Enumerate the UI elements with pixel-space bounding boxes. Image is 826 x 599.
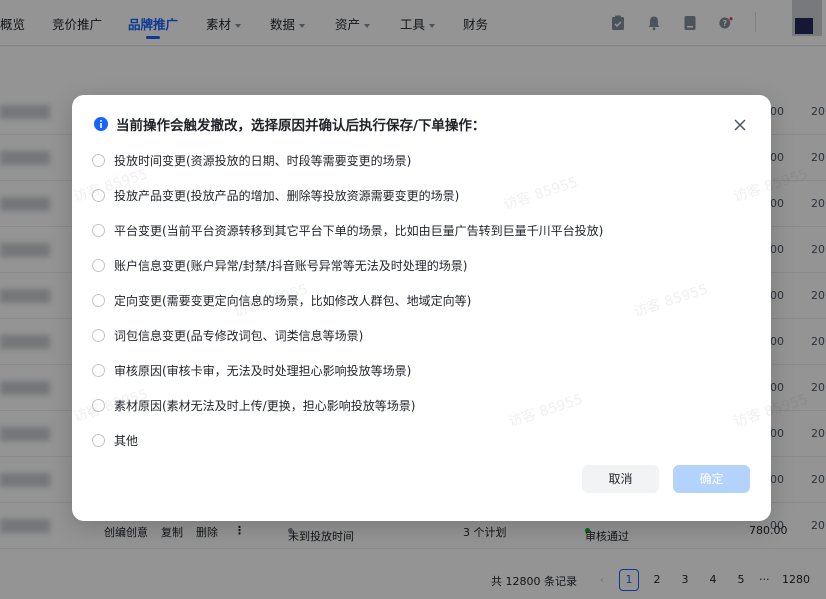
reason-option-platform[interactable]: 平台变更(当前平台资源转移到其它平台下单的场景，比如由巨量广告转到巨量千川平台投… — [92, 220, 603, 240]
option-label: 其他 — [114, 433, 139, 448]
reason-option-schedule[interactable]: 投放时间变更(资源投放的日期、时段等需要变更的场景) — [92, 150, 411, 170]
close-icon[interactable] — [732, 117, 748, 133]
watermark: 访客 85955 — [506, 391, 585, 431]
watermark: 访客 85955 — [501, 174, 580, 214]
radio-button[interactable] — [92, 223, 105, 237]
radio-button[interactable] — [92, 398, 105, 412]
info-icon — [94, 117, 108, 131]
option-label: 素材原因(素材无法及时上传/更换，担心影响投放等场景) — [114, 398, 416, 413]
radio-button[interactable] — [92, 188, 105, 202]
option-label: 投放产品变更(投放产品的增加、删除等投放资源需要变更的场景) — [114, 188, 460, 203]
reason-option-account[interactable]: 账户信息变更(账户异常/封禁/抖音账号异常等无法及时处理的场景) — [92, 255, 467, 275]
reason-option-material[interactable]: 素材原因(素材无法及时上传/更换，担心影响投放等场景) — [92, 395, 415, 415]
radio-button[interactable] — [92, 293, 105, 307]
dialog-title: 当前操作会触发撤改，选择原因并确认后执行保存/下单操作： — [116, 118, 486, 134]
radio-button[interactable] — [92, 328, 105, 342]
option-label: 定向变更(需要变更定向信息的场景，比如修改人群包、地域定向等) — [114, 293, 472, 308]
reason-option-keyword-pack[interactable]: 词包信息变更(品专修改词包、词类信息等场景) — [92, 325, 363, 345]
watermark: 访客 85955 — [631, 281, 710, 321]
radio-button[interactable] — [92, 363, 105, 377]
cancel-button[interactable]: 取消 — [582, 465, 659, 493]
reason-option-targeting[interactable]: 定向变更(需要变更定向信息的场景，比如修改人群包、地域定向等) — [92, 290, 471, 310]
radio-button[interactable] — [92, 258, 105, 272]
option-label: 账户信息变更(账户异常/封禁/抖音账号异常等无法及时处理的场景) — [114, 258, 468, 273]
reason-option-review[interactable]: 审核原因(审核卡审，无法及时处理担心影响投放等场景) — [92, 360, 411, 380]
reason-option-other[interactable]: 其他 — [92, 430, 138, 450]
reason-dialog: 当前操作会触发撤改，选择原因并确认后执行保存/下单操作： 投放时间变更(资源投放… — [72, 95, 810, 521]
radio-button[interactable] — [92, 433, 105, 447]
radio-button[interactable] — [92, 153, 105, 167]
option-label: 平台变更(当前平台资源转移到其它平台下单的场景，比如由巨量广告转到巨量千川平台投… — [114, 223, 604, 238]
option-label: 词包信息变更(品专修改词包、词类信息等场景) — [114, 328, 364, 343]
option-label: 投放时间变更(资源投放的日期、时段等需要变更的场景) — [114, 153, 412, 168]
confirm-button[interactable]: 确定 — [673, 465, 750, 493]
reason-option-product[interactable]: 投放产品变更(投放产品的增加、删除等投放资源需要变更的场景) — [92, 185, 459, 205]
option-label: 审核原因(审核卡审，无法及时处理担心影响投放等场景) — [114, 363, 412, 378]
